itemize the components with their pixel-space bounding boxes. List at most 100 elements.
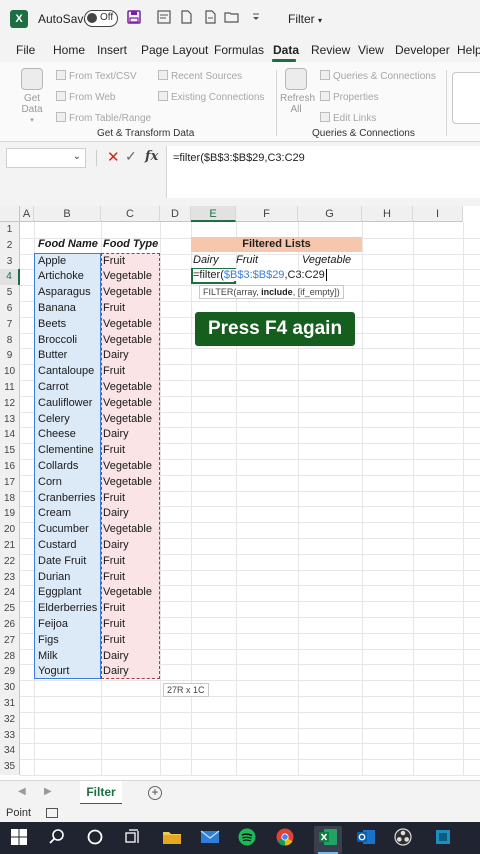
filtered-lists-header[interactable]: Filtered Lists <box>191 237 362 252</box>
enter-check-icon[interactable]: ✓ <box>125 148 137 165</box>
file-explorer-icon[interactable] <box>162 828 182 848</box>
row-header-23[interactable]: 23 <box>0 569 20 586</box>
row-header-25[interactable]: 25 <box>0 601 20 617</box>
cell-food-name[interactable]: Asparagus <box>38 286 91 298</box>
row-header-4[interactable]: 4 <box>0 269 20 286</box>
task-view-icon[interactable] <box>124 828 144 848</box>
accessibility-icon[interactable] <box>46 808 58 818</box>
cell-food-type[interactable]: Vegetable <box>103 286 152 298</box>
cell-food-name[interactable]: Cantaloupe <box>38 365 94 377</box>
column-header-f[interactable]: F <box>236 206 298 222</box>
column-header-b[interactable]: B <box>34 206 101 222</box>
cell-food-name[interactable]: Milk <box>38 650 58 662</box>
header-food-name[interactable]: Food Name <box>38 238 98 250</box>
tab-developer[interactable]: Developer <box>395 43 450 57</box>
cell-food-name[interactable]: Corn <box>38 476 62 488</box>
queries-connections-button[interactable]: Queries & Connections <box>320 70 436 82</box>
cell-food-name[interactable]: Elderberries <box>38 602 97 614</box>
row-header-11[interactable]: 11 <box>0 380 20 396</box>
row-header-8[interactable]: 8 <box>0 332 20 349</box>
column-header-d[interactable]: D <box>160 206 191 222</box>
cell-food-name[interactable]: Butter <box>38 349 67 361</box>
tab-help[interactable]: Help <box>457 43 480 57</box>
in-cell-formula[interactable]: =filter($B$3:$B$29,C3:C29 <box>193 269 327 281</box>
row-header-13[interactable]: 13 <box>0 411 20 428</box>
tab-insert[interactable]: Insert <box>97 43 127 57</box>
cell-food-type[interactable]: Fruit <box>103 571 125 583</box>
scroll-left-icon[interactable]: ◀ <box>18 786 26 797</box>
row-header-5[interactable]: 5 <box>0 285 20 301</box>
cell-food-name[interactable]: Banana <box>38 302 76 314</box>
cell-food-type[interactable]: Dairy <box>103 539 129 551</box>
from-table-range-button[interactable]: From Table/Range <box>56 112 151 124</box>
cell-food-name[interactable]: Artichoke <box>38 270 84 282</box>
sheet-tab-filter[interactable]: Filter <box>80 781 122 805</box>
row-header-17[interactable]: 17 <box>0 474 20 491</box>
column-header-h[interactable]: H <box>362 206 413 222</box>
properties-button[interactable]: Properties <box>320 91 379 103</box>
cell-food-type[interactable]: Fruit <box>103 492 125 504</box>
cell-food-name[interactable]: Eggplant <box>38 586 81 598</box>
cell-food-name[interactable]: Clementine <box>38 444 94 456</box>
row-header-6[interactable]: 6 <box>0 301 20 317</box>
cell-food-name[interactable]: Beets <box>38 318 66 330</box>
row-header-1[interactable]: 1 <box>0 222 20 238</box>
open-icon[interactable] <box>224 10 240 27</box>
ribbon-overflow-button[interactable] <box>452 72 480 124</box>
cell-food-name[interactable]: Feijoa <box>38 618 68 630</box>
row-header-34[interactable]: 34 <box>0 743 20 760</box>
cell-food-type[interactable]: Vegetable <box>103 397 152 409</box>
cell-food-type[interactable]: Vegetable <box>103 270 152 282</box>
form-icon[interactable] <box>156 10 172 27</box>
cell-food-name[interactable]: Custard <box>38 539 77 551</box>
cell-food-type[interactable]: Fruit <box>103 365 125 377</box>
row-header-14[interactable]: 14 <box>0 427 20 444</box>
cell-food-name[interactable]: Apple <box>38 255 66 267</box>
save-icon[interactable] <box>126 10 142 27</box>
tab-formulas[interactable]: Formulas <box>214 43 264 57</box>
cell-food-type[interactable]: Fruit <box>103 255 125 267</box>
row-header-24[interactable]: 24 <box>0 585 20 602</box>
tab-page-layout[interactable]: Page Layout <box>141 43 208 57</box>
search-icon[interactable] <box>48 828 68 848</box>
header-food-type[interactable]: Food Type <box>103 238 158 250</box>
cell-food-name[interactable]: Cucumber <box>38 523 89 535</box>
row-header-35[interactable]: 35 <box>0 759 20 775</box>
cell-food-type[interactable]: Vegetable <box>103 334 152 346</box>
column-header-e[interactable]: E <box>191 206 236 222</box>
cell-food-type[interactable]: Dairy <box>103 507 129 519</box>
filtered-col-dairy[interactable]: Dairy <box>193 254 219 266</box>
cell-food-type[interactable]: Fruit <box>103 302 125 314</box>
row-header-33[interactable]: 33 <box>0 727 20 744</box>
outlook-icon[interactable] <box>356 828 376 848</box>
from-web-button[interactable]: From Web <box>56 91 116 103</box>
more-icon[interactable] <box>248 10 264 27</box>
cell-food-name[interactable]: Durian <box>38 571 70 583</box>
cell-food-type[interactable]: Dairy <box>103 650 129 662</box>
cell-food-name[interactable]: Celery <box>38 413 70 425</box>
refresh-all-button[interactable]: Refresh All <box>280 68 315 115</box>
row-header-10[interactable]: 10 <box>0 364 20 380</box>
from-text-csv-button[interactable]: From Text/CSV <box>56 70 137 82</box>
select-all-corner[interactable] <box>0 206 20 222</box>
row-header-20[interactable]: 20 <box>0 522 20 538</box>
cell-food-name[interactable]: Collards <box>38 460 78 472</box>
row-header-12[interactable]: 12 <box>0 395 20 412</box>
add-sheet-icon[interactable]: + <box>148 786 162 800</box>
cell-food-type[interactable]: Dairy <box>103 428 129 440</box>
app-icon[interactable] <box>434 828 454 848</box>
obs-icon[interactable] <box>394 828 414 848</box>
row-header-9[interactable]: 9 <box>0 348 20 365</box>
tab-review[interactable]: Review <box>311 43 350 57</box>
filtered-col-vegetable[interactable]: Vegetable <box>302 254 351 266</box>
formula-input[interactable]: =filter($B$3:$B$29,C3:C29 <box>166 146 480 198</box>
cell-food-name[interactable]: Yogurt <box>38 665 69 677</box>
column-header-c[interactable]: C <box>101 206 160 222</box>
cell-food-name[interactable]: Cauliflower <box>38 397 92 409</box>
new-icon[interactable] <box>178 10 194 27</box>
cell-food-type[interactable]: Vegetable <box>103 586 152 598</box>
column-header-g[interactable]: G <box>298 206 362 222</box>
cell-food-type[interactable]: Dairy <box>103 349 129 361</box>
get-data-button[interactable]: Get Data ▾ <box>16 68 48 126</box>
cell-food-type[interactable]: Vegetable <box>103 523 152 535</box>
